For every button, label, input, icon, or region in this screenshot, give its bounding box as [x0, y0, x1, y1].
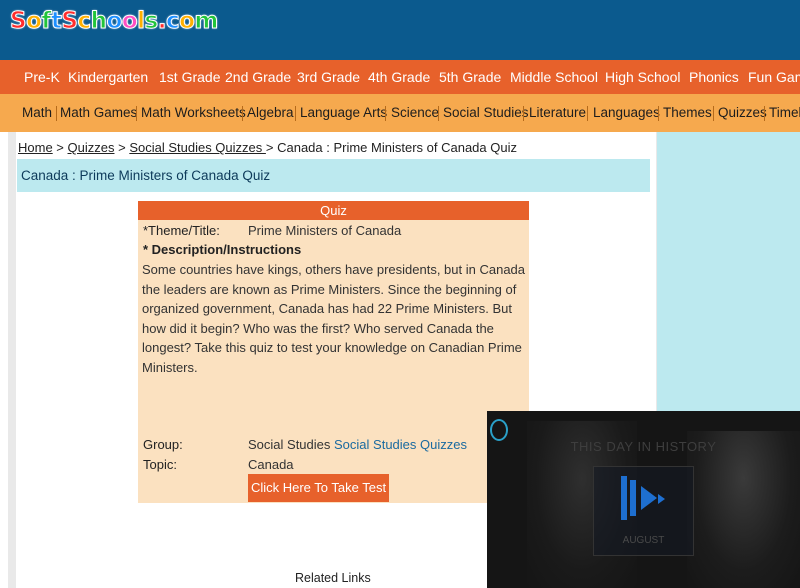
logo-letter: S	[9, 8, 27, 35]
logo-letter: S	[61, 8, 79, 35]
nav-item-themes[interactable]: Themes	[663, 94, 712, 132]
logo-letter: s	[144, 8, 159, 35]
subject-nav: Math Math Games Math Worksheets Algebra …	[0, 94, 800, 132]
nav-item-3rd-grade[interactable]: 3rd Grade	[297, 60, 360, 94]
breadcrumb: Home > Quizzes > Social Studies Quizzes …	[18, 140, 517, 155]
theme-label: *Theme/Title:	[143, 223, 220, 238]
logo-letter: m	[194, 8, 219, 35]
nav-item-languages[interactable]: Languages	[593, 94, 660, 132]
description-label: * Description/Instructions	[143, 242, 302, 257]
nav-item-math-games[interactable]: Math Games	[60, 94, 137, 132]
breadcrumb-separator: >	[52, 140, 68, 155]
breadcrumb-social-studies-quizzes-link[interactable]: Social Studies Quizzes	[129, 140, 266, 155]
nav-item-timelines[interactable]: Timelines	[769, 94, 800, 132]
theme-value: Prime Ministers of Canada	[248, 223, 402, 238]
video-player[interactable]: THIS DAY IN HISTORY AUGUST	[487, 411, 800, 588]
nav-item-social-studies[interactable]: Social Studies	[443, 94, 529, 132]
nav-item-literature[interactable]: Literature	[529, 94, 586, 132]
nav-item-1st-grade[interactable]: 1st Grade	[159, 60, 220, 94]
topic-value: Canada	[248, 457, 294, 472]
take-test-button[interactable]: Click Here To Take Test	[248, 474, 389, 502]
video-background-figure	[687, 431, 800, 588]
nav-item-science[interactable]: Science	[391, 94, 439, 132]
logo-letter: h	[90, 8, 107, 35]
site-header: SoftSchools.com	[0, 0, 800, 60]
breadcrumb-quizzes-link[interactable]: Quizzes	[68, 140, 115, 155]
group-name: Social Studies	[248, 437, 331, 452]
logo-letter: f	[41, 8, 52, 35]
logo-letter: o	[106, 8, 123, 35]
grade-nav: Pre-K Kindergarten 1st Grade 2nd Grade 3…	[0, 60, 800, 94]
nav-item-2nd-grade[interactable]: 2nd Grade	[225, 60, 291, 94]
play-icon[interactable]	[641, 486, 657, 510]
nav-divider	[713, 106, 714, 121]
nav-item-algebra[interactable]: Algebra	[247, 94, 294, 132]
site-logo[interactable]: SoftSchools.com	[9, 8, 219, 35]
page-title: Canada : Prime Ministers of Canada Quiz	[21, 168, 271, 183]
logo-letter: t	[50, 8, 62, 35]
logo-letter: o	[26, 8, 43, 35]
nav-item-fun-games[interactable]: Fun Games	[748, 60, 800, 94]
nav-item-5th-grade[interactable]: 5th Grade	[439, 60, 501, 94]
quiz-box-header: Quiz	[138, 201, 529, 220]
nav-item-middle-school[interactable]: Middle School	[510, 60, 598, 94]
breadcrumb-home-link[interactable]: Home	[18, 140, 53, 155]
play-logo-icon	[630, 480, 636, 516]
topic-label: Topic:	[143, 457, 177, 472]
nav-divider	[764, 106, 765, 121]
logo-letter: .	[157, 8, 167, 35]
play-icon	[658, 494, 665, 504]
play-logo-icon	[621, 476, 627, 520]
nav-divider	[587, 106, 588, 121]
breadcrumb-current: Canada : Prime Ministers of Canada Quiz	[273, 140, 517, 155]
breadcrumb-separator: >	[114, 140, 130, 155]
related-links-heading: Related Links	[295, 571, 371, 585]
nav-item-phonics[interactable]: Phonics	[689, 60, 739, 94]
nav-divider	[295, 106, 296, 121]
nav-item-quizzes[interactable]: Quizzes	[718, 94, 767, 132]
nav-divider	[56, 106, 57, 121]
nav-divider	[658, 106, 659, 121]
history-logo-icon	[490, 419, 508, 441]
nav-item-pre-k[interactable]: Pre-K	[24, 60, 60, 94]
page-title-bar: Canada : Prime Ministers of Canada Quiz	[17, 159, 650, 192]
nav-divider	[523, 106, 524, 121]
logo-letter: c	[77, 8, 92, 35]
video-month-label: AUGUST	[622, 535, 665, 546]
logo-letter: l	[137, 8, 146, 35]
nav-item-4th-grade[interactable]: 4th Grade	[368, 60, 430, 94]
video-thumbnail[interactable]: AUGUST	[593, 466, 694, 556]
logo-letter: o	[179, 8, 196, 35]
group-label: Group:	[143, 437, 183, 452]
logo-letter: c	[165, 8, 180, 35]
nav-item-language-arts[interactable]: Language Arts	[300, 94, 387, 132]
logo-letter: o	[121, 8, 138, 35]
nav-item-math[interactable]: Math	[22, 94, 52, 132]
nav-item-math-worksheets[interactable]: Math Worksheets	[141, 94, 246, 132]
nav-item-high-school[interactable]: High School	[605, 60, 681, 94]
nav-divider	[438, 106, 439, 121]
nav-divider	[385, 106, 386, 121]
group-value: Social Studies Social Studies Quizzes	[248, 437, 467, 452]
quiz-info-box: Quiz *Theme/Title: Prime Ministers of Ca…	[138, 201, 529, 503]
social-studies-quizzes-link[interactable]: Social Studies Quizzes	[334, 437, 467, 452]
nav-divider	[136, 106, 137, 121]
quiz-description: Some countries have kings, others have p…	[142, 262, 526, 375]
video-title: THIS DAY IN HISTORY	[570, 439, 717, 454]
nav-item-kindergarten[interactable]: Kindergarten	[68, 60, 148, 94]
nav-divider	[242, 106, 243, 121]
